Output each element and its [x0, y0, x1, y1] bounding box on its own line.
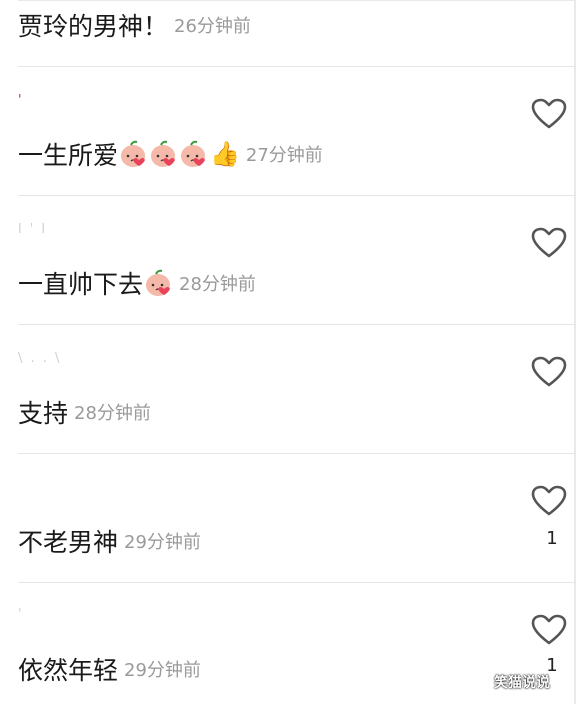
comment-time: 28分钟前	[74, 403, 151, 424]
commenter-name[interactable]: l ' l	[18, 222, 47, 237]
comment-text: 依然年轻	[18, 656, 119, 685]
peach-kiss-emoji-icon	[146, 269, 171, 296]
comment-text: 不老男神	[18, 528, 119, 557]
comment-item[interactable]: 贾玲的男神！ 26分钟前	[18, 0, 576, 66]
heart-outline-icon[interactable]	[531, 485, 567, 517]
comment-text: 一直帅下去	[18, 270, 144, 299]
commenter-name[interactable]: \ . . \	[18, 351, 61, 366]
heart-outline-icon[interactable]	[531, 356, 567, 388]
comment-text-row: 不老男神 29分钟前	[18, 524, 201, 558]
comment-item[interactable]: 不老男神 29分钟前 1	[18, 454, 576, 582]
peach-kiss-emoji-icon	[181, 140, 206, 167]
commenter-name[interactable]: '	[18, 607, 24, 622]
comment-time: 29分钟前	[124, 660, 201, 681]
commenter-name[interactable]: '	[18, 93, 24, 108]
comment-time: 29分钟前	[124, 532, 201, 553]
peach-kiss-emoji-icon	[151, 140, 176, 167]
heart-outline-icon[interactable]	[531, 614, 567, 646]
comment-text-row: 依然年轻 29分钟前	[18, 652, 201, 686]
comment-time: 27分钟前	[245, 145, 323, 166]
comment-time: 28分钟前	[179, 274, 256, 295]
comment-text-row: 支持 28分钟前	[18, 395, 151, 429]
comment-text: 贾玲的男神！	[18, 12, 169, 41]
thumbs-up-icon: 👍	[210, 140, 240, 168]
comment-item[interactable]: ' 一生所爱 👍 27分钟前	[18, 67, 576, 195]
comment-text-row: 贾玲的男神！ 26分钟前	[18, 8, 251, 42]
watermark: 笑猫说说	[494, 675, 550, 691]
comment-item[interactable]: \ . . \ 支持 28分钟前	[18, 325, 576, 453]
heart-outline-icon[interactable]	[531, 98, 567, 130]
comment-list: 贾玲的男神！ 26分钟前 ' 一生所爱 👍 27分钟前 l ' l 一直帅下去 …	[0, 0, 576, 704]
comment-item[interactable]: ' 依然年轻 29分钟前 1	[18, 583, 576, 704]
like-count: 1	[546, 528, 558, 549]
comment-item[interactable]: l ' l 一直帅下去 28分钟前	[18, 196, 576, 324]
heart-outline-icon[interactable]	[531, 227, 567, 259]
comment-text: 支持	[18, 399, 69, 428]
comment-text: 一生所爱	[18, 141, 119, 170]
peach-kiss-emoji-icon	[121, 140, 146, 167]
comment-text-row: 一直帅下去 28分钟前	[18, 266, 256, 300]
comment-text-row: 一生所爱 👍 27分钟前	[18, 137, 323, 171]
comment-time: 26分钟前	[174, 16, 251, 37]
